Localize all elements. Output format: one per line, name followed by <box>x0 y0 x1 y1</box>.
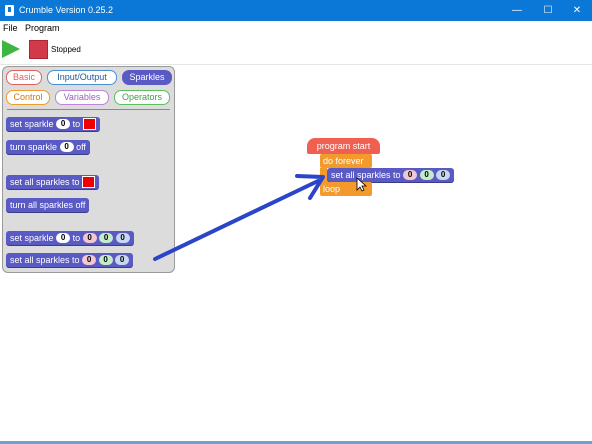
mouse-cursor-icon <box>356 177 368 192</box>
arrow-shaft <box>153 179 320 261</box>
annotation-arrow <box>153 174 368 261</box>
